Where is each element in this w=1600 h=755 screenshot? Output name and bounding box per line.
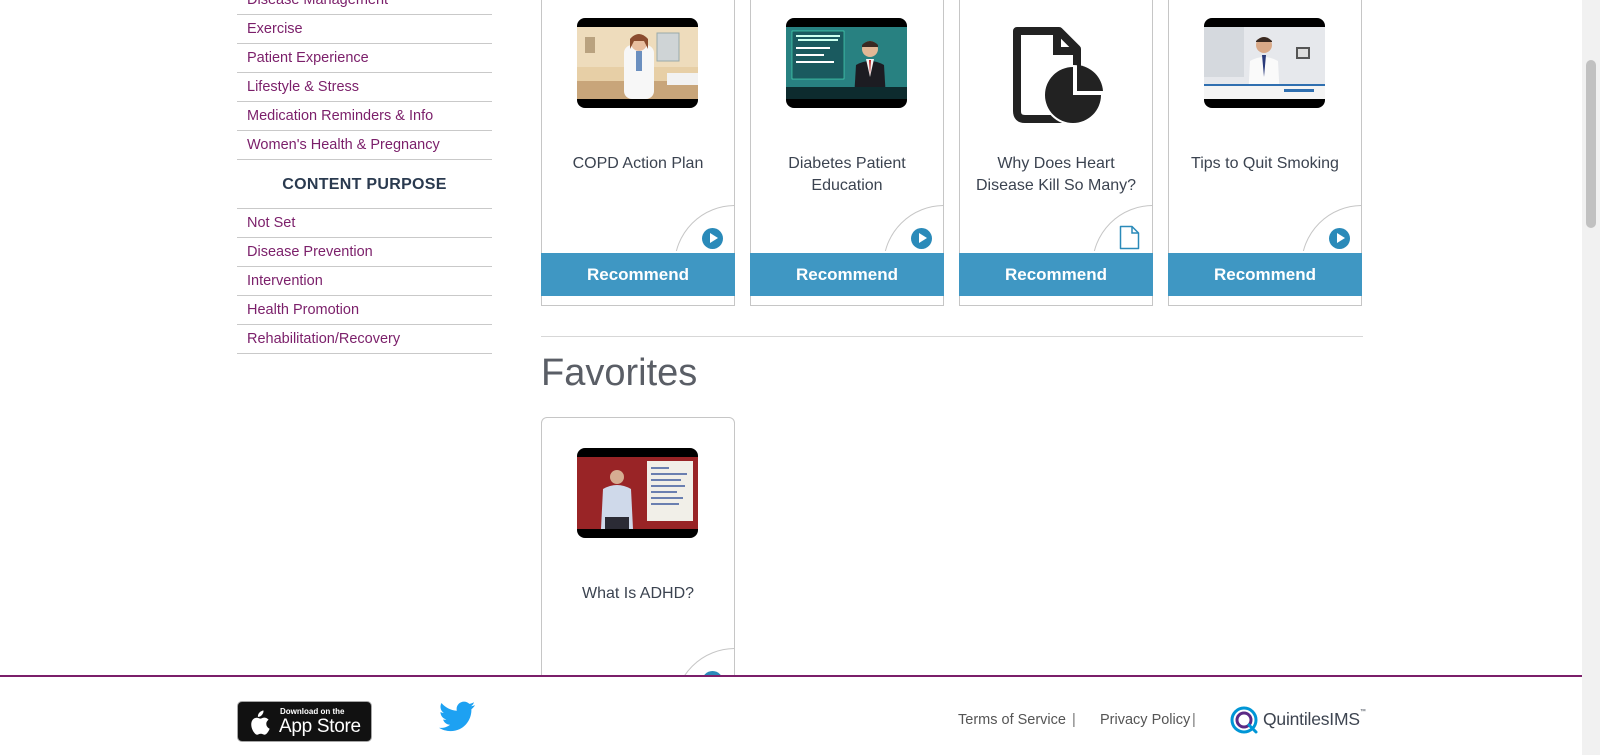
privacy-policy-link[interactable]: Privacy Policy: [1100, 712, 1190, 728]
sidebar-item-patient-experience[interactable]: Patient Experience: [237, 44, 492, 73]
section-divider: [541, 336, 1363, 337]
video-thumbnail[interactable]: [577, 448, 698, 538]
sidebar-item-health-promotion[interactable]: Health Promotion: [237, 296, 492, 325]
video-thumbnail[interactable]: [577, 18, 698, 108]
card-title[interactable]: What Is ADHD?: [550, 583, 726, 605]
recommend-button[interactable]: Recommend: [541, 253, 735, 296]
content-purpose-heading: CONTENT PURPOSE: [237, 161, 492, 209]
document-chart-icon: [1013, 27, 1103, 125]
recommend-button[interactable]: Recommend: [1168, 253, 1362, 296]
favorites-heading: Favorites: [541, 352, 698, 394]
scrollbar[interactable]: [1582, 0, 1600, 755]
sidebar-purpose-list: Not Set Disease Prevention Intervention …: [237, 209, 492, 354]
sidebar-topic-list: Disease Management Exercise Patient Expe…: [237, 0, 492, 160]
document-icon[interactable]: [1119, 225, 1140, 250]
card-title[interactable]: COPD Action Plan: [550, 153, 726, 175]
apple-logo-icon: [251, 710, 270, 735]
app-store-badge[interactable]: Download on the App Store: [237, 701, 372, 742]
content-card: COPD Action Plan Recommend: [541, 0, 735, 306]
footer-separator: |: [1072, 712, 1076, 728]
play-icon[interactable]: [1329, 228, 1350, 249]
play-icon[interactable]: [702, 228, 723, 249]
card-title[interactable]: Diabetes Patient Education: [759, 153, 935, 197]
terms-of-service-link[interactable]: Terms of Service: [958, 712, 1066, 728]
content-card: Why Does Heart Disease Kill So Many? Rec…: [959, 0, 1153, 306]
play-icon[interactable]: [911, 228, 932, 249]
sidebar-item-lifestyle-stress[interactable]: Lifestyle & Stress: [237, 73, 492, 102]
recommend-button[interactable]: Recommend: [750, 253, 944, 296]
sidebar: Disease Management Exercise Patient Expe…: [237, 0, 492, 354]
video-thumbnail[interactable]: [1204, 18, 1325, 108]
card-corner: [1301, 205, 1361, 251]
scrollbar-thumb[interactable]: [1586, 60, 1596, 228]
content-card: Diabetes Patient Education Recommend: [750, 0, 944, 306]
card-corner: [674, 205, 734, 251]
sidebar-item-disease-prevention[interactable]: Disease Prevention: [237, 238, 492, 267]
video-thumbnail[interactable]: [786, 18, 907, 108]
sidebar-item-medication-reminders[interactable]: Medication Reminders & Info: [237, 102, 492, 131]
twitter-icon[interactable]: [438, 701, 476, 733]
app-store-small-text: Download on the: [280, 707, 345, 716]
sidebar-item-exercise[interactable]: Exercise: [237, 15, 492, 44]
card-title[interactable]: Why Does Heart Disease Kill So Many?: [968, 153, 1144, 197]
content-card: Tips to Quit Smoking Recommend: [1168, 0, 1362, 306]
quintilesims-mark-icon: [1230, 706, 1258, 734]
footer-separator: |: [1192, 712, 1196, 728]
card-title[interactable]: Tips to Quit Smoking: [1177, 153, 1353, 175]
card-corner: [883, 205, 943, 251]
app-store-text: App Store: [279, 716, 361, 737]
sidebar-item-not-set[interactable]: Not Set: [237, 209, 492, 238]
sidebar-item-womens-health[interactable]: Women's Health & Pregnancy: [237, 131, 492, 160]
sidebar-item-disease-management[interactable]: Disease Management: [237, 0, 492, 15]
brand-name: QuintilesIMS™: [1263, 709, 1366, 729]
recommend-button[interactable]: Recommend: [959, 253, 1153, 296]
card-corner: [1092, 205, 1152, 251]
favorite-card: What Is ADHD?: [541, 417, 735, 694]
sidebar-item-intervention[interactable]: Intervention: [237, 267, 492, 296]
sidebar-item-rehabilitation[interactable]: Rehabilitation/Recovery: [237, 325, 492, 354]
